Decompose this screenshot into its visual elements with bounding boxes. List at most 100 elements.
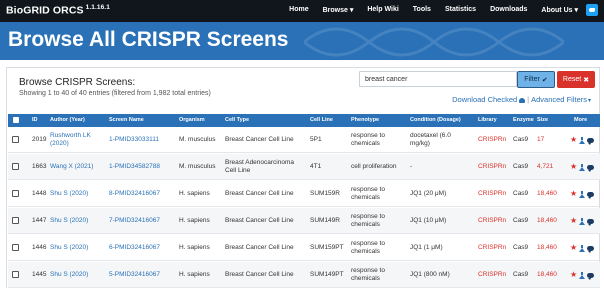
comment-icon[interactable] xyxy=(587,272,595,280)
flask-icon[interactable] xyxy=(579,217,586,225)
col-condition[interactable]: Condition (Dosage) xyxy=(410,117,461,123)
size-link[interactable]: 18,460 xyxy=(537,244,557,252)
col-enzyme[interactable]: Enzyme xyxy=(513,117,534,123)
row-checkbox[interactable] xyxy=(12,271,19,278)
cell-line: SUM149PT xyxy=(310,271,344,278)
cell-type: Breast Cancer Cell Line xyxy=(225,244,294,252)
row-checkbox[interactable] xyxy=(12,244,19,251)
screen-name-link[interactable]: 1-PMID34582788 xyxy=(109,163,160,171)
row-actions: ★ xyxy=(570,136,595,145)
table-row[interactable]: 1663 Wang X (2021) 1-PMID34582788 M. muscul… xyxy=(8,154,600,180)
nav-about-us[interactable]: About Us ▾ xyxy=(541,6,578,14)
cell-type-line: Cell Line xyxy=(225,167,251,174)
author-link[interactable]: Shu S (2020) xyxy=(50,244,88,252)
star-icon[interactable]: ★ xyxy=(570,136,577,144)
col-organism[interactable]: Organism xyxy=(179,117,205,123)
row-id: 1663 xyxy=(32,163,47,170)
author-link-line[interactable]: Shu S (2020) xyxy=(50,217,88,225)
library-link[interactable]: CRISPRn xyxy=(478,271,506,279)
filter-button[interactable]: Filter ✔ xyxy=(517,71,555,88)
col-size[interactable]: Size xyxy=(537,117,548,123)
table-row[interactable]: 1448 Shu S (2020) 8-PMID32416067 H. sapiens… xyxy=(8,181,600,207)
table-row[interactable]: 2019 Rushworth LK (2020) 1-PMID33033111 M. m… xyxy=(8,127,600,153)
nav-tools[interactable]: Tools xyxy=(413,6,431,14)
row-checkbox[interactable] xyxy=(12,190,19,197)
library-link[interactable]: CRISPRn xyxy=(478,217,506,225)
star-icon[interactable]: ★ xyxy=(570,190,577,198)
table-row[interactable]: 1446 Shu S (2020) 6-PMID32416067 H. sapiens… xyxy=(8,235,600,261)
comment-icon[interactable] xyxy=(587,218,595,226)
col-phenotype[interactable]: Phenotype xyxy=(351,117,379,123)
author-link-line[interactable]: Wang X (2021) xyxy=(50,163,93,171)
download-checked-link[interactable]: Download Checked xyxy=(452,95,526,104)
row-checkbox[interactable] xyxy=(12,163,19,170)
nav-statistics[interactable]: Statistics xyxy=(445,6,476,14)
nav-browse[interactable]: Browse ▾ xyxy=(323,6,354,14)
author-link[interactable]: Shu S (2020) xyxy=(50,190,88,198)
library-link[interactable]: CRISPRn xyxy=(478,190,506,198)
comment-icon[interactable] xyxy=(587,137,595,145)
table-row[interactable]: 1447 Shu S (2020) 7-PMID32416067 H. sapiens… xyxy=(8,208,600,234)
size-link[interactable]: 18,460 xyxy=(537,271,557,279)
phenotype: response to chemicals xyxy=(351,132,385,148)
nav-downloads[interactable]: Downloads xyxy=(490,6,527,14)
star-icon[interactable]: ★ xyxy=(570,271,577,279)
row-checkbox[interactable] xyxy=(12,217,19,224)
comment-icon[interactable] xyxy=(587,191,595,199)
library-link[interactable]: CRISPRn xyxy=(478,163,506,171)
flask-icon[interactable] xyxy=(579,271,586,279)
col-screen-name[interactable]: Screen Name xyxy=(109,117,144,123)
col-id[interactable]: ID xyxy=(32,117,38,123)
col-cell-type[interactable]: Cell Type xyxy=(225,117,249,123)
size-link[interactable]: 18,460 xyxy=(537,190,557,198)
size-link[interactable]: 4,721 xyxy=(537,163,553,171)
author-link-line[interactable]: (2020) xyxy=(50,140,91,148)
screen-name-link[interactable]: 7-PMID32416067 xyxy=(109,217,160,225)
size-link[interactable]: 17 xyxy=(537,136,544,144)
screen-name-link[interactable]: 8-PMID32416067 xyxy=(109,190,160,198)
author-link[interactable]: Shu S (2020) xyxy=(50,217,88,225)
twitter-icon[interactable] xyxy=(586,4,598,16)
author-link[interactable]: Shu S (2020) xyxy=(50,271,88,279)
cell-line: SUM149R xyxy=(310,217,340,224)
author-link-line[interactable]: Shu S (2020) xyxy=(50,244,88,252)
author-link-line[interactable]: Rushworth LK xyxy=(50,132,91,140)
author-link[interactable]: Wang X (2021) xyxy=(50,163,93,171)
table-row[interactable]: 1445 Shu S (2020) 5-PMID32416067 H. sapiens… xyxy=(8,262,600,288)
comment-icon[interactable] xyxy=(587,245,595,253)
advanced-label: Advanced Filters xyxy=(531,95,587,104)
nav-help-wiki[interactable]: Help Wiki xyxy=(367,6,398,14)
library-link[interactable]: CRISPRn xyxy=(478,244,506,252)
search-input[interactable] xyxy=(359,71,517,87)
screen-name-link[interactable]: 1-PMID33033111 xyxy=(109,136,159,144)
screen-name-link[interactable]: 5-PMID32416067 xyxy=(109,271,160,279)
col-cell-line[interactable]: Cell Line xyxy=(310,117,333,123)
comment-icon[interactable] xyxy=(587,164,595,172)
flask-icon[interactable] xyxy=(579,244,586,252)
flask-icon[interactable] xyxy=(579,163,586,171)
flask-icon[interactable] xyxy=(579,190,586,198)
brand-logo[interactable]: BioGRID ORCS 1.1.16.1 xyxy=(6,4,110,17)
flask-icon[interactable] xyxy=(579,136,586,144)
row-checkbox[interactable] xyxy=(12,136,19,143)
star-icon[interactable]: ★ xyxy=(570,217,577,225)
advanced-filters-link[interactable]: Advanced Filters▾ xyxy=(531,95,591,104)
select-all-checkbox[interactable] xyxy=(13,117,19,123)
reset-label: Reset xyxy=(562,76,582,83)
star-icon[interactable]: ★ xyxy=(570,163,577,171)
row-id: 1447 xyxy=(32,217,47,224)
author-link-line[interactable]: Shu S (2020) xyxy=(50,190,88,198)
col-author[interactable]: Author (Year) xyxy=(50,117,85,123)
star-icon[interactable]: ★ xyxy=(570,244,577,252)
panel-links: Download Checked | Advanced Filters▾ xyxy=(452,95,591,104)
cell-line: SUM159PT xyxy=(310,244,344,251)
screen-name-link[interactable]: 6-PMID32416067 xyxy=(109,244,160,252)
phenotype-line: response to xyxy=(351,132,385,139)
size-link[interactable]: 18,460 xyxy=(537,217,557,225)
nav-home[interactable]: Home xyxy=(289,6,308,14)
library-link[interactable]: CRISPRn xyxy=(478,136,506,144)
col-library[interactable]: Library xyxy=(478,117,497,123)
author-link[interactable]: Rushworth LK (2020) xyxy=(50,132,91,148)
author-link-line[interactable]: Shu S (2020) xyxy=(50,271,88,279)
reset-button[interactable]: Reset ✖ xyxy=(557,71,595,88)
